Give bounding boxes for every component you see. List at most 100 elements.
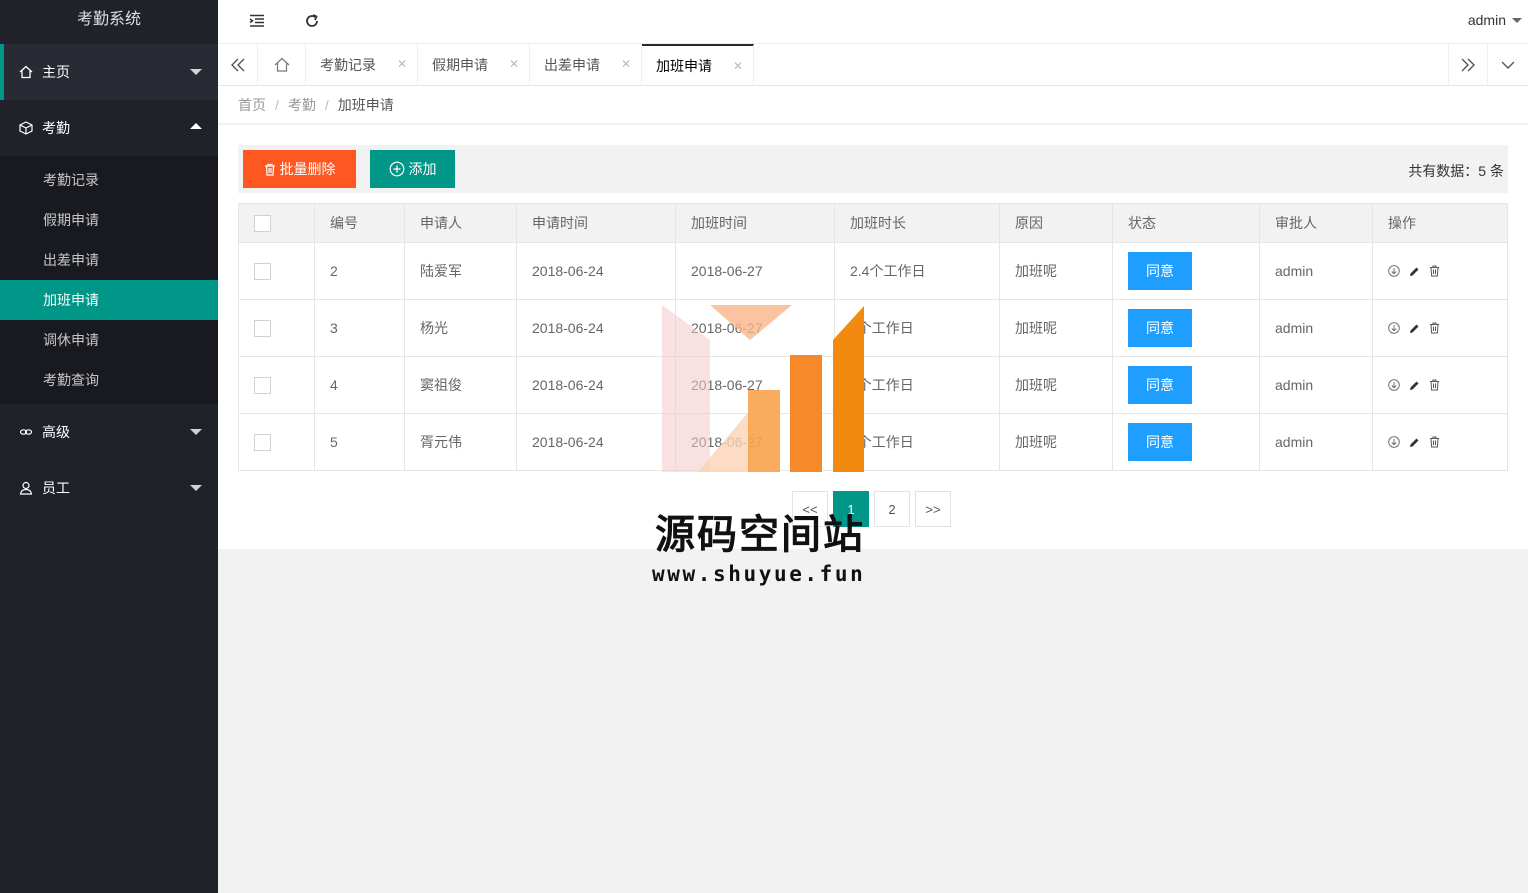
sidebar-item-time-off[interactable]: 调休申请 bbox=[0, 320, 218, 360]
row-checkbox[interactable] bbox=[254, 433, 271, 451]
overtime-table: 编号 申请人 申请时间 加班时间 加班时长 原因 状态 审批人 操作 2 陆爱军… bbox=[238, 203, 1508, 471]
edit-icon[interactable] bbox=[1408, 322, 1420, 334]
cell-reason: 加班呢 bbox=[999, 242, 1113, 300]
status-approve-button[interactable]: 同意 bbox=[1128, 366, 1192, 404]
page-2-button[interactable]: 2 bbox=[874, 491, 910, 527]
user-menu[interactable]: admin bbox=[1468, 12, 1522, 28]
tab-home[interactable] bbox=[258, 44, 306, 85]
breadcrumb-home[interactable]: 首页 bbox=[238, 95, 266, 115]
row-select-cell bbox=[238, 299, 315, 357]
breadcrumb: 首页 / 考勤 / 加班申请 bbox=[218, 86, 1528, 124]
cell-overtime-time: 2018-06-27 bbox=[675, 413, 835, 471]
sidebar-item-overtime-request[interactable]: 加班申请 bbox=[0, 280, 218, 320]
tab-overtime-request[interactable]: 加班申请 ✕ bbox=[642, 44, 754, 85]
close-icon[interactable]: ✕ bbox=[397, 57, 407, 71]
chevron-down-icon bbox=[1501, 61, 1515, 69]
table-row: 4 窦祖俊 2018-06-24 2018-06-27 5个工作日 加班呢 同意… bbox=[238, 356, 1508, 414]
sidebar-item-staff[interactable]: 员工 bbox=[0, 460, 218, 516]
sidebar-item-attendance-records[interactable]: 考勤记录 bbox=[0, 160, 218, 200]
menu-toggle-button[interactable] bbox=[246, 10, 268, 32]
sidebar-item-business-trip[interactable]: 出差申请 bbox=[0, 240, 218, 280]
cell-duration: 5个工作日 bbox=[834, 356, 1000, 414]
column-header: 编号 bbox=[314, 203, 405, 243]
trash-icon[interactable] bbox=[1428, 265, 1440, 277]
column-header: 申请时间 bbox=[516, 203, 676, 243]
download-icon[interactable] bbox=[1388, 322, 1400, 334]
cell-id: 3 bbox=[314, 299, 405, 357]
close-icon[interactable]: ✕ bbox=[733, 59, 743, 73]
tab-label: 加班申请 bbox=[656, 57, 712, 74]
sidebar-item-label: 主页 bbox=[42, 64, 70, 80]
trash-icon[interactable] bbox=[1428, 379, 1440, 391]
sidebar-item-leave-request[interactable]: 假期申请 bbox=[0, 200, 218, 240]
table-header-row: 编号 申请人 申请时间 加班时间 加班时长 原因 状态 审批人 操作 bbox=[238, 203, 1508, 243]
download-icon[interactable] bbox=[1388, 265, 1400, 277]
cell-applicant: 杨光 bbox=[404, 299, 517, 357]
tab-scroll-right-button[interactable] bbox=[1448, 44, 1488, 85]
edit-icon[interactable] bbox=[1408, 379, 1420, 391]
download-icon[interactable] bbox=[1388, 379, 1400, 391]
sidebar-item-home[interactable]: 主页 bbox=[0, 44, 218, 100]
column-header: 加班时长 bbox=[834, 203, 1000, 243]
tab-label: 考勤记录 bbox=[320, 56, 376, 73]
column-header: 操作 bbox=[1372, 203, 1508, 243]
close-icon[interactable]: ✕ bbox=[509, 57, 519, 71]
double-chevron-left-icon bbox=[230, 58, 244, 71]
cell-approver: admin bbox=[1259, 242, 1373, 300]
breadcrumb-section[interactable]: 考勤 bbox=[288, 95, 316, 115]
row-checkbox[interactable] bbox=[254, 376, 271, 394]
refresh-button[interactable] bbox=[301, 10, 323, 32]
sidebar-item-attendance[interactable]: 考勤 bbox=[0, 100, 218, 156]
cell-actions bbox=[1372, 413, 1508, 471]
select-all-checkbox[interactable] bbox=[254, 214, 271, 232]
add-label: 添加 bbox=[408, 161, 437, 177]
username: admin bbox=[1467, 12, 1506, 28]
cell-approver: admin bbox=[1259, 299, 1373, 357]
batch-delete-label: 批量删除 bbox=[279, 161, 336, 177]
edit-icon[interactable] bbox=[1408, 265, 1420, 277]
cell-applicant: 窦祖俊 bbox=[404, 356, 517, 414]
cube-icon bbox=[18, 120, 34, 136]
column-header: 状态 bbox=[1112, 203, 1260, 243]
add-button[interactable]: 添加 bbox=[370, 150, 455, 188]
sidebar: 考勤系统 主页 考勤 考勤记录 假期申请 出差申请 加班申请 调休申请 考勤查询… bbox=[0, 0, 218, 893]
batch-delete-button[interactable]: 批量删除 bbox=[243, 150, 356, 188]
cell-id: 4 bbox=[314, 356, 405, 414]
home-icon bbox=[274, 57, 289, 72]
cell-apply-time: 2018-06-24 bbox=[516, 299, 676, 357]
table-row: 5 胥元伟 2018-06-24 2018-06-27 5个工作日 加班呢 同意… bbox=[238, 413, 1508, 471]
cell-applicant: 陆爱军 bbox=[404, 242, 517, 300]
status-approve-button[interactable]: 同意 bbox=[1128, 309, 1192, 347]
sidebar-item-attendance-query[interactable]: 考勤查询 bbox=[0, 360, 218, 400]
tab-label: 假期申请 bbox=[432, 56, 488, 73]
column-header: 原因 bbox=[999, 203, 1113, 243]
tab-options-button[interactable] bbox=[1488, 44, 1528, 85]
breadcrumb-separator: / bbox=[324, 96, 329, 113]
tab-business-trip[interactable]: 出差申请 ✕ bbox=[530, 44, 642, 85]
tab-attendance-records[interactable]: 考勤记录 ✕ bbox=[306, 44, 418, 85]
row-checkbox[interactable] bbox=[254, 262, 271, 280]
trash-icon[interactable] bbox=[1428, 436, 1440, 448]
status-approve-button[interactable]: 同意 bbox=[1128, 252, 1192, 290]
row-checkbox[interactable] bbox=[254, 319, 271, 337]
chevron-down-icon bbox=[190, 485, 202, 491]
download-icon[interactable] bbox=[1388, 436, 1400, 448]
sidebar-item-label: 员工 bbox=[42, 480, 70, 496]
total-count: 共有数据：5 条 bbox=[1408, 163, 1504, 179]
next-page-button[interactable]: >> bbox=[915, 491, 951, 527]
cell-actions bbox=[1372, 299, 1508, 357]
edit-icon[interactable] bbox=[1408, 436, 1420, 448]
cell-status: 同意 bbox=[1112, 413, 1260, 471]
breadcrumb-current: 加班申请 bbox=[337, 96, 394, 113]
cell-status: 同意 bbox=[1112, 356, 1260, 414]
cell-status: 同意 bbox=[1112, 299, 1260, 357]
tab-scroll-left-button[interactable] bbox=[218, 44, 258, 85]
close-icon[interactable]: ✕ bbox=[621, 57, 631, 71]
tab-leave-request[interactable]: 假期申请 ✕ bbox=[418, 44, 530, 85]
trash-icon[interactable] bbox=[1428, 322, 1440, 334]
status-approve-button[interactable]: 同意 bbox=[1128, 423, 1192, 461]
sidebar-item-advanced[interactable]: 高级 bbox=[0, 404, 218, 460]
home-icon bbox=[18, 64, 34, 80]
table-row: 2 陆爱军 2018-06-24 2018-06-27 2.4个工作日 加班呢 … bbox=[238, 242, 1508, 300]
top-header: admin bbox=[218, 0, 1528, 44]
